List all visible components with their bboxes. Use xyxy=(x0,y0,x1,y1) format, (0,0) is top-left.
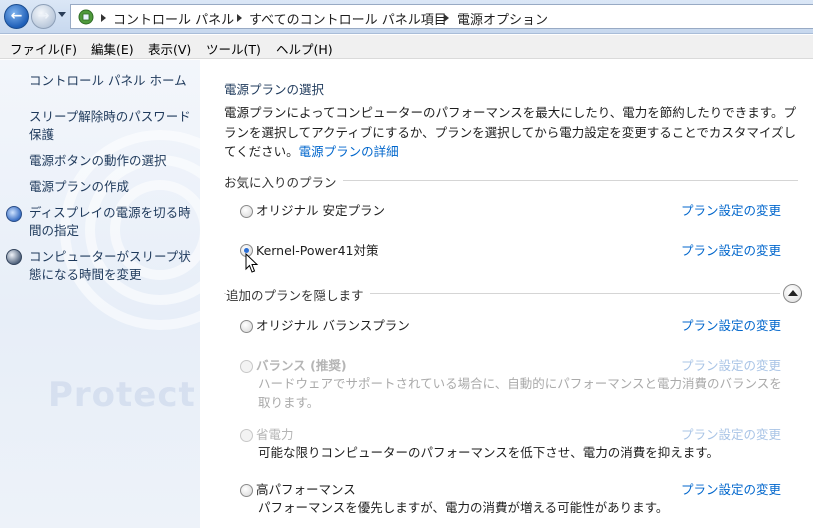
plan-radio-high-performance[interactable] xyxy=(240,484,253,497)
plan-name-original-balanced[interactable]: オリジナル バランスプラン xyxy=(256,315,410,334)
create-plan-link[interactable]: 電源プランの作成 xyxy=(29,178,199,196)
breadcrumb-separator-icon[interactable] xyxy=(444,14,449,22)
plan-radio-balanced[interactable] xyxy=(240,360,253,373)
recent-pages-dropdown-icon[interactable] xyxy=(58,12,66,17)
plan-desc-high-performance: パフォーマンスを優先しますが、電力の消費が増える可能性があります。 xyxy=(258,500,669,515)
power-button-action-link[interactable]: 電源ボタンの動作の選択 xyxy=(29,152,199,170)
change-settings-link-kernel-power[interactable]: プラン設定の変更 xyxy=(681,240,781,259)
mouse-pointer-icon xyxy=(245,253,259,273)
hide-extra-plans-heading[interactable]: 追加のプランを隠します xyxy=(226,285,370,304)
breadcrumb-separator-icon[interactable] xyxy=(237,14,242,22)
menu-view[interactable]: 表示(V) xyxy=(148,39,191,58)
page-description: 電源プランによってコンピューターのパフォーマンスを最大にしたり、電力を節約したり… xyxy=(224,103,804,162)
address-bar: ← → コントロール パネル すべてのコントロール パネル項目 電源オプション xyxy=(0,0,813,34)
plan-radio-original-balanced[interactable] xyxy=(240,320,253,333)
menu-edit[interactable]: 編集(E) xyxy=(91,39,134,58)
control-panel-icon xyxy=(78,9,94,25)
sidebar: Protect m コントロール パネル ホーム スリープ解除時のパスワード保護… xyxy=(0,60,200,528)
change-settings-link-power-saver[interactable]: プラン設定の変更 xyxy=(681,424,781,443)
control-panel-home-link[interactable]: コントロール パネル ホーム xyxy=(29,72,199,90)
arrow-right-icon: → xyxy=(37,8,50,24)
favorites-heading: お気に入りのプラン xyxy=(224,172,343,191)
menu-tools[interactable]: ツール(T) xyxy=(206,39,261,58)
page-title: 電源プランの選択 xyxy=(224,82,325,97)
plan-name-power-saver[interactable]: 省電力 xyxy=(256,424,294,443)
back-button[interactable]: ← xyxy=(4,4,29,29)
menu-help[interactable]: ヘルプ(H) xyxy=(276,39,333,58)
change-settings-link-balanced[interactable]: プラン設定の変更 xyxy=(681,355,781,374)
change-settings-link-high-performance[interactable]: プラン設定の変更 xyxy=(681,479,781,498)
plan-details-link[interactable]: 電源プランの詳細 xyxy=(299,144,399,159)
plan-name-stable[interactable]: オリジナル 安定プラン xyxy=(256,200,385,219)
wakeup-password-link[interactable]: スリープ解除時のパスワード保護 xyxy=(29,108,199,144)
plan-desc-balanced: ハードウェアでサポートされている場合に、自動的にパフォーマンスと電力消費のバラン… xyxy=(258,376,782,410)
breadcrumb-control-panel[interactable]: コントロール パネル xyxy=(113,9,234,28)
arrow-left-icon: ← xyxy=(10,8,23,24)
sleep-time-link[interactable]: コンピューターがスリープ状態になる時間を変更 xyxy=(29,248,199,284)
menu-bar: ファイル(F) 編集(E) 表示(V) ツール(T) ヘルプ(H) xyxy=(0,35,813,59)
menu-file[interactable]: ファイル(F) xyxy=(10,39,77,58)
plan-name-balanced[interactable]: バランス (推奨) xyxy=(256,355,347,374)
plan-radio-stable[interactable] xyxy=(240,205,253,218)
plan-name-high-performance[interactable]: 高パフォーマンス xyxy=(256,479,356,498)
display-power-icon xyxy=(6,206,22,222)
background-watermark: Protect m xyxy=(48,375,200,415)
sleep-moon-icon xyxy=(6,249,22,265)
plan-name-kernel-power[interactable]: Kernel-Power41対策 xyxy=(256,240,378,259)
breadcrumb-separator-icon[interactable] xyxy=(101,14,106,22)
breadcrumb-power-options[interactable]: 電源オプション xyxy=(457,9,548,28)
main-content: 電源プランの選択 電源プランによってコンピューターのパフォーマンスを最大にしたり… xyxy=(200,60,813,528)
plan-radio-power-saver[interactable] xyxy=(240,429,253,442)
forward-button[interactable]: → xyxy=(31,4,56,29)
address-field[interactable]: コントロール パネル すべてのコントロール パネル項目 電源オプション xyxy=(70,4,813,29)
display-off-time-link[interactable]: ディスプレイの電源を切る時間の指定 xyxy=(29,204,199,240)
change-settings-link-stable[interactable]: プラン設定の変更 xyxy=(681,200,781,219)
breadcrumb-all-items[interactable]: すべてのコントロール パネル項目 xyxy=(249,9,447,28)
chevron-up-icon xyxy=(788,290,798,296)
plan-desc-power-saver: 可能な限りコンピューターのパフォーマンスを低下させ、電力の消費を抑えます。 xyxy=(258,445,720,460)
collapse-extra-plans-button[interactable] xyxy=(783,284,802,303)
change-settings-link-original-balanced[interactable]: プラン設定の変更 xyxy=(681,315,781,334)
